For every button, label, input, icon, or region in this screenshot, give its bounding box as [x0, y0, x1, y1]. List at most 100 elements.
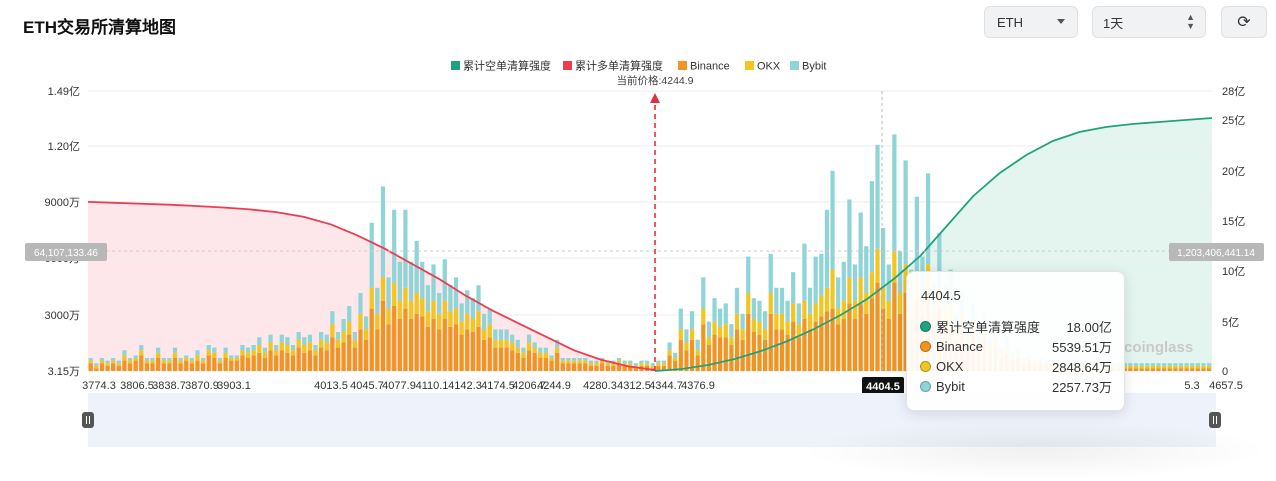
binance-bar [167, 363, 172, 371]
okx-bar [184, 358, 189, 361]
okx-bar [358, 313, 363, 330]
binance-bar [482, 339, 487, 371]
bybit-bar [701, 277, 706, 309]
okx-bar [734, 313, 740, 330]
okx-bar [229, 358, 234, 361]
binance-bar [99, 363, 105, 371]
binance-bar [437, 329, 442, 371]
bybit-bar [813, 256, 818, 304]
binance-bar [807, 329, 813, 371]
okx-bar [245, 352, 251, 358]
binance-bar [150, 363, 155, 371]
okx-bar [1133, 365, 1139, 369]
bybit-bar [319, 332, 324, 340]
bybit-bar [504, 329, 509, 340]
bybit-bar [1173, 363, 1178, 366]
bybit-bar [830, 170, 835, 270]
bybit-bar [852, 264, 858, 301]
bybit-bar [386, 277, 391, 309]
bybit-bar [212, 347, 217, 353]
binance-bar [605, 365, 610, 371]
okx-bar [116, 363, 121, 366]
bybit-bar [779, 287, 785, 314]
okx-bar [324, 342, 329, 351]
x-tick-label: 4244.9 [537, 380, 571, 392]
binance-bar [1206, 368, 1212, 371]
okx-bar [285, 345, 290, 353]
okx-bar [347, 321, 352, 335]
binance-bar [588, 365, 593, 371]
okx-bar [729, 337, 734, 345]
bybit-bar [217, 358, 223, 361]
bybit-bar [189, 358, 194, 361]
y-left-tick-label: 1.20亿 [48, 140, 80, 153]
bybit-bar [543, 347, 549, 353]
binance-bar [313, 355, 318, 371]
binance-bar [133, 360, 138, 371]
bybit-bar [824, 209, 830, 288]
bybit-bar [650, 363, 655, 366]
binance-bar [723, 337, 728, 371]
bybit-bar [465, 290, 470, 314]
bybit-bar [656, 360, 661, 364]
bybit-bar [139, 345, 144, 351]
binance-bar [369, 308, 374, 371]
okx-bar [802, 300, 807, 319]
y-right-tick-label: 10亿 [1222, 265, 1245, 278]
series-dot-icon [920, 340, 931, 352]
x-tick-label: 3870.9 [185, 380, 219, 392]
binance-bar [796, 337, 801, 371]
bybit-bar [622, 360, 627, 364]
bybit-bar [268, 334, 273, 343]
bybit-bar [526, 334, 532, 343]
okx-bar [470, 319, 475, 332]
bybit-bar [695, 339, 700, 351]
bybit-bar [583, 358, 588, 361]
binance-bar [319, 347, 324, 371]
x-tick-label: 3806.5 [120, 380, 154, 392]
binance-bar [504, 347, 509, 371]
bybit-bar [1178, 363, 1184, 366]
okx-bar [212, 352, 217, 358]
binance-bar [555, 352, 560, 371]
okx-bar [161, 360, 166, 364]
binance-bar [515, 352, 520, 371]
binance-bar [122, 360, 127, 371]
okx-bar [408, 300, 414, 319]
bybit-bar [841, 261, 846, 301]
bybit-bar [296, 332, 301, 340]
bybit-bar [375, 287, 380, 314]
binance-bar [245, 358, 251, 371]
okx-bar [414, 293, 419, 314]
current-price-arrow-icon [650, 93, 660, 103]
bybit-bar [746, 256, 751, 293]
okx-bar [420, 298, 425, 317]
okx-bar [897, 293, 903, 314]
binance-bar [763, 339, 768, 371]
bybit-bar [392, 209, 397, 283]
okx-bar [768, 293, 773, 314]
okx-bar [189, 360, 194, 364]
okx-bar [701, 308, 706, 325]
binance-bar [718, 337, 723, 371]
bybit-bar [1162, 363, 1167, 366]
bybit-bar [448, 285, 453, 312]
binance-bar [695, 355, 700, 371]
binance-bar [1139, 368, 1144, 371]
okx-bar [718, 326, 723, 338]
bybit-bar [757, 300, 762, 322]
bybit-bar [431, 264, 436, 301]
bybit-bar [858, 212, 863, 278]
bybit-bar [751, 298, 756, 319]
y-left-tick-label: 3.15万 [48, 366, 80, 378]
x-tick-label: 4110.1 [416, 380, 449, 392]
bybit-bar [774, 287, 779, 314]
okx-bar [94, 365, 99, 369]
binance-bar [791, 321, 796, 371]
binance-bar [633, 368, 638, 371]
okx-bar [858, 277, 863, 304]
okx-bar [386, 308, 391, 325]
binance-bar [453, 324, 459, 371]
okx-bar [217, 360, 223, 364]
okx-bar [279, 342, 284, 351]
